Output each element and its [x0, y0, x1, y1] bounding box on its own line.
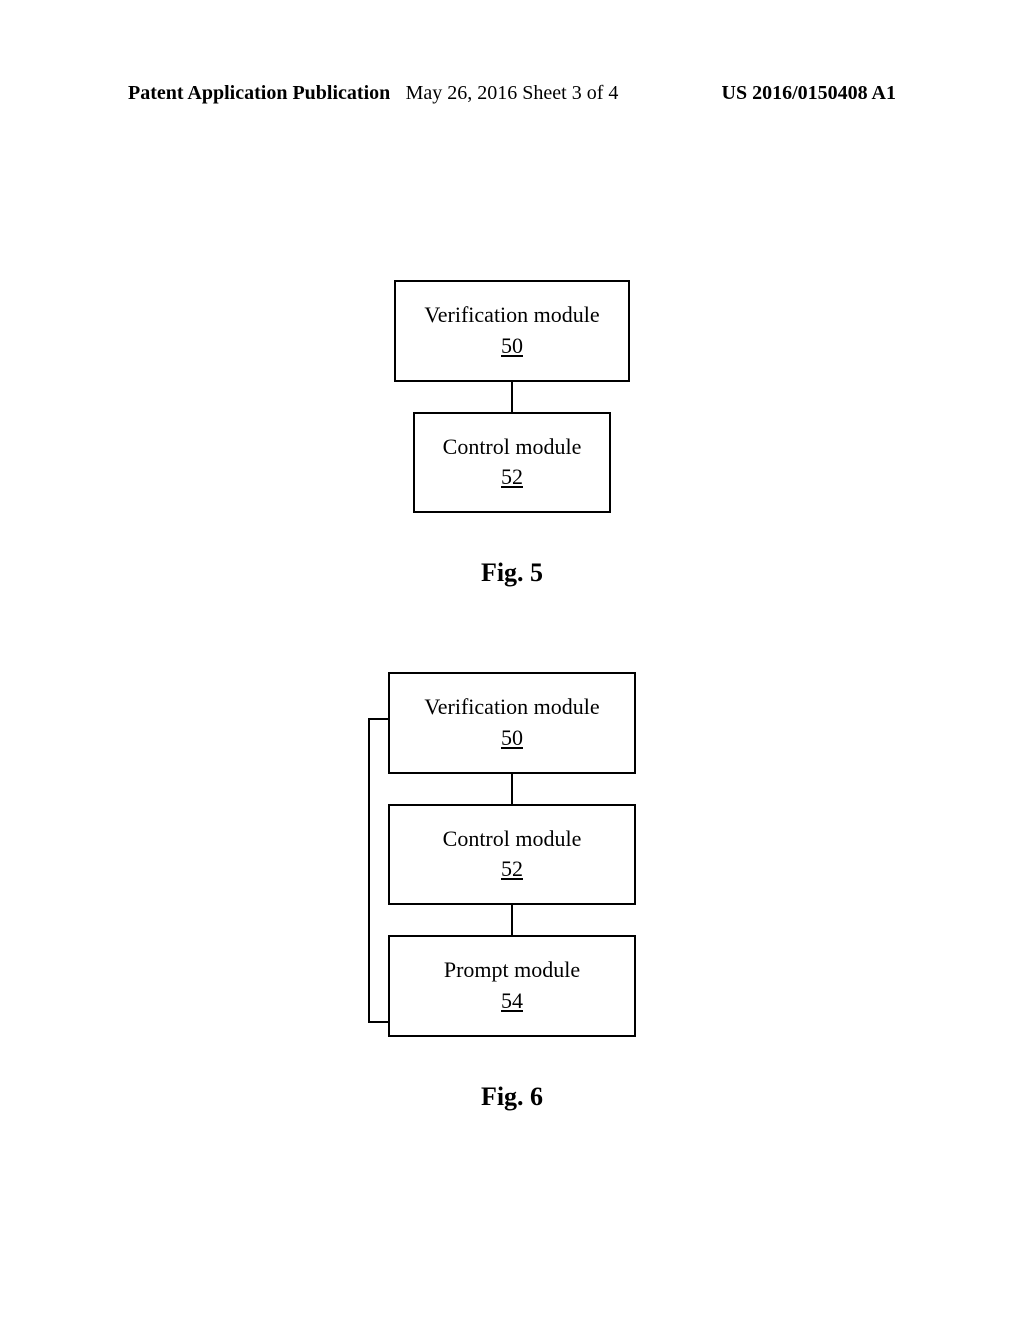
fig6-block3-ref: 54: [501, 988, 523, 1013]
fig6-block2-label: Control module: [443, 826, 582, 851]
fig6-prompt-module-block: Prompt module 54: [388, 935, 636, 1037]
fig6-connector-2: [511, 905, 513, 935]
fig6-side-connector-vertical: [368, 718, 370, 1021]
fig5-connector: [511, 382, 513, 412]
fig6-block3-label: Prompt module: [444, 957, 580, 982]
fig6-block1-label: Verification module: [424, 694, 599, 719]
figure-5: Verification module 50 Control module 52…: [0, 280, 1024, 588]
fig6-side-connector-bottom: [368, 1021, 388, 1023]
page-header: Patent Application Publication May 26, 2…: [0, 82, 1024, 105]
fig5-block2-label: Control module: [443, 434, 582, 459]
fig6-verification-module-block: Verification module 50: [388, 672, 636, 774]
fig6-caption: Fig. 6: [0, 1082, 1024, 1112]
fig5-block1-ref: 50: [501, 333, 523, 358]
fig5-caption: Fig. 5: [0, 558, 1024, 588]
header-sheet-info: May 26, 2016 Sheet 3 of 4: [406, 82, 619, 105]
fig6-control-module-block: Control module 52: [388, 804, 636, 906]
header-publication: Patent Application Publication: [128, 82, 390, 105]
figure-6: Verification module 50 Control module 52…: [0, 672, 1024, 1112]
fig6-block1-ref: 50: [501, 725, 523, 750]
header-app-number: US 2016/0150408 A1: [722, 82, 896, 105]
fig6-side-connector-top: [368, 718, 388, 720]
fig5-block1-label: Verification module: [424, 302, 599, 327]
fig5-verification-module-block: Verification module 50: [394, 280, 629, 382]
fig5-block2-ref: 52: [501, 464, 523, 489]
fig5-control-module-block: Control module 52: [413, 412, 612, 514]
fig6-connector-1: [511, 774, 513, 804]
fig6-block2-ref: 52: [501, 856, 523, 881]
